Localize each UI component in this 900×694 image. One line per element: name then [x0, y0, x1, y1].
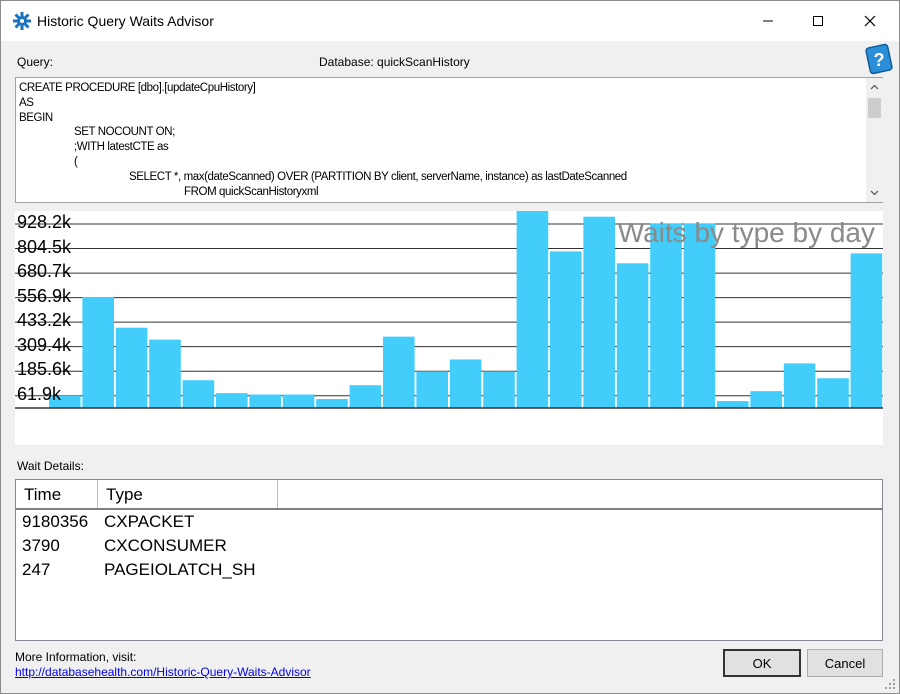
- cell-time: 247: [22, 560, 51, 579]
- database-label: Database: quickScanHistory: [319, 55, 470, 69]
- list-header: Time Type: [16, 480, 882, 510]
- wait-details-list[interactable]: Time Type 9180356 CXPACKET 3790 CXCONSUMER 2…: [15, 479, 883, 641]
- help-book-icon[interactable]: ?: [863, 43, 895, 75]
- more-info-label: More Information, visit:: [15, 650, 137, 664]
- table-row[interactable]: 3790 CXCONSUMER: [16, 536, 876, 560]
- query-line: AS: [19, 96, 34, 109]
- maximize-button[interactable]: [795, 1, 841, 41]
- minimize-icon: [763, 20, 773, 22]
- chart-bar[interactable]: [449, 359, 482, 408]
- y-tick-label: 433.2k: [17, 310, 72, 331]
- cell-type: CXPACKET: [104, 512, 195, 531]
- chart-bar[interactable]: [550, 251, 582, 408]
- chart-title: Waits by type by day: [617, 217, 875, 248]
- y-tick-label: 804.5k: [17, 236, 72, 257]
- chart-bar[interactable]: [817, 378, 849, 408]
- title-bar[interactable]: Historic Query Waits Advisor: [1, 1, 899, 41]
- y-tick-label: 680.7k: [17, 261, 72, 282]
- chart-bar[interactable]: [249, 394, 281, 408]
- chart-bar[interactable]: [516, 211, 549, 408]
- chart-bar[interactable]: [750, 391, 782, 408]
- y-tick-label: 61.9k: [17, 383, 62, 404]
- query-text[interactable]: CREATE PROCEDURE [dbo].[updateCpuHistory…: [19, 81, 865, 199]
- gear-icon: [13, 12, 31, 30]
- query-line: SET NOCOUNT ON;: [74, 126, 175, 139]
- svg-text:?: ?: [874, 50, 885, 70]
- more-info-link[interactable]: http://databasehealth.com/Historic-Query…: [15, 665, 311, 679]
- close-icon: [864, 15, 876, 27]
- column-header-time[interactable]: Time: [16, 480, 98, 508]
- query-line: ;WITH latestCTE as: [74, 141, 169, 154]
- chart-bar[interactable]: [383, 336, 415, 408]
- y-tick-label: 185.6k: [17, 359, 72, 380]
- ok-button[interactable]: OK: [723, 649, 801, 677]
- chart-bar[interactable]: [316, 399, 348, 408]
- query-line: BEGIN: [19, 111, 53, 124]
- chart-bar[interactable]: [349, 385, 382, 408]
- maximize-icon: [813, 16, 823, 26]
- minimize-button[interactable]: [745, 1, 791, 41]
- chart-bar[interactable]: [216, 393, 248, 408]
- chart-bar[interactable]: [282, 394, 315, 408]
- chart-bar[interactable]: [483, 371, 515, 408]
- chart-bar[interactable]: [182, 380, 215, 408]
- cell-time: 9180356: [22, 512, 89, 531]
- chart-bar[interactable]: [115, 327, 148, 408]
- query-text-box[interactable]: CREATE PROCEDURE [dbo].[updateCpuHistory…: [15, 77, 883, 203]
- scroll-up-icon[interactable]: [870, 83, 879, 92]
- y-tick-label: 928.2k: [17, 212, 72, 232]
- chart-bar[interactable]: [583, 216, 615, 408]
- window-title: Historic Query Waits Advisor: [37, 13, 214, 29]
- query-line: FROM quickScanHistoryxml: [184, 185, 319, 198]
- chart-bar[interactable]: [717, 401, 749, 408]
- chart-bar[interactable]: [416, 371, 448, 408]
- resize-grip-icon[interactable]: [883, 677, 897, 691]
- scroll-thumb[interactable]: [868, 98, 881, 118]
- query-label: Query:: [17, 55, 54, 69]
- dialog-window: Historic Query Waits Advisor ? Query: Da…: [0, 0, 900, 694]
- column-header-type[interactable]: Type: [98, 480, 278, 508]
- chart-bar[interactable]: [650, 223, 682, 408]
- chart-bar[interactable]: [149, 339, 181, 408]
- query-line: CREATE PROCEDURE [dbo].[updateCpuHistory…: [19, 82, 256, 94]
- cell-time: 3790: [22, 536, 60, 555]
- scroll-down-icon[interactable]: [870, 188, 879, 197]
- cell-type: CXCONSUMER: [104, 536, 227, 555]
- wait-details-label: Wait Details:: [17, 459, 84, 473]
- cell-type: PAGEIOLATCH_SH: [104, 560, 256, 579]
- chart-bar[interactable]: [850, 253, 883, 408]
- chart-bar[interactable]: [82, 296, 114, 408]
- table-row[interactable]: 247 PAGEIOLATCH_SH: [16, 560, 876, 584]
- table-row[interactable]: 9180356 CXPACKET: [16, 512, 876, 536]
- y-tick-label: 556.9k: [17, 285, 72, 306]
- query-line: SELECT *, max(dateScanned) OVER (PARTITI…: [129, 170, 627, 183]
- y-tick-label: 309.4k: [17, 334, 72, 355]
- close-button[interactable]: [847, 1, 893, 41]
- waits-chart: Waits by type by day 928.2k 804.5k 680.7k 5…: [15, 211, 883, 445]
- query-scrollbar[interactable]: [866, 78, 883, 202]
- query-line: (: [74, 155, 78, 168]
- cancel-button[interactable]: Cancel: [807, 649, 883, 677]
- chart-bar[interactable]: [616, 263, 649, 408]
- chart-bar[interactable]: [783, 363, 816, 408]
- chart-bar[interactable]: [683, 223, 716, 408]
